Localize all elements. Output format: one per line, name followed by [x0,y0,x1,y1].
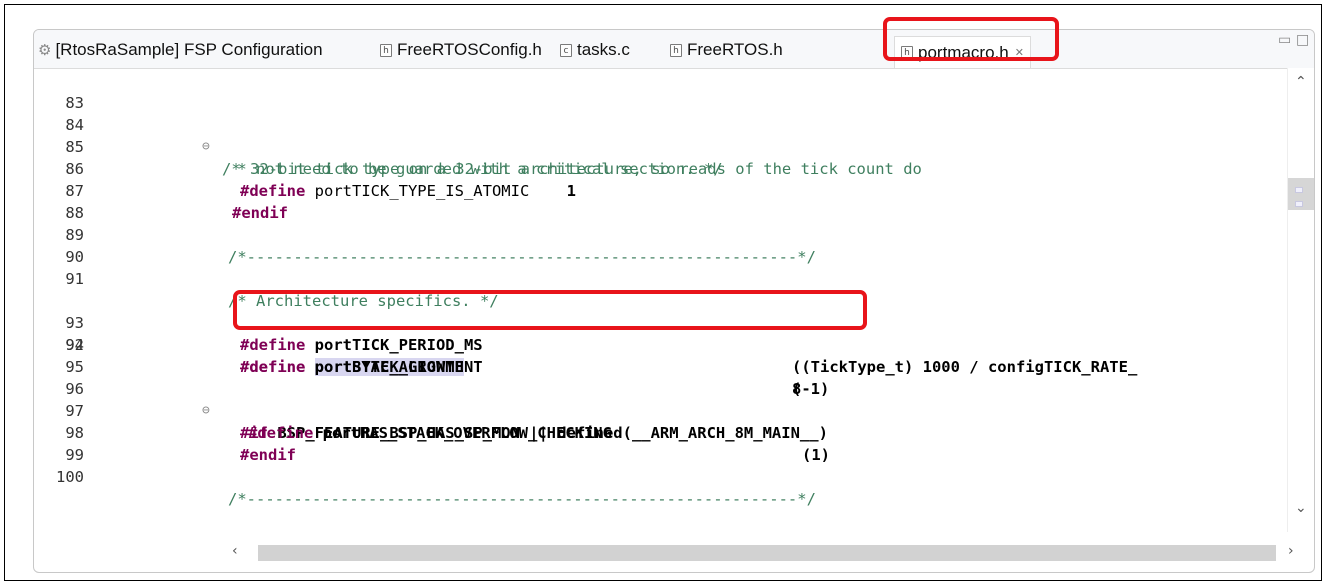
scroll-left-icon[interactable]: ‹ [232,543,238,559]
code-line: 86 #define portTICK_TYPE_IS_ATOMIC 1 [34,136,1288,200]
c-file-icon: c [560,43,572,57]
close-icon[interactable]: ✕ [1015,46,1024,59]
tab-tasks-c[interactable]: c tasks.c [560,36,630,64]
code-line: 87 #endif [34,158,1288,222]
tab-label: portmacro.h [918,42,1009,62]
code-line: 95 [34,334,1288,376]
code-line: 98 #endif [34,400,1288,464]
code-line: 94 #define portBYTE_ALIGNMENT 8 [34,312,1288,398]
tab-label: [RtosRaSample] FSP Configuration [55,40,323,59]
tab-portmacro-h[interactable]: h portmacro.h ✕ [894,36,1031,68]
line-number: 100 [56,468,84,486]
code-line: 84 ⊖ /* 32-bit tick type on a 32-bit arc… [34,92,1288,178]
editor-tab-bar: ⚙ [RtosRaSample] FSP Configuration h Fre… [34,30,1314,69]
code-line: 99 [34,422,1288,464]
h-file-icon: h [901,46,913,59]
code-text: /*--------------------------------------… [228,490,816,508]
h-file-icon: h [670,43,682,57]
code-line: 97 #define portHAS_STACK_OVERFLOW_CHECKI… [34,378,1288,464]
minimize-icon[interactable]: ▭ [1278,32,1291,48]
code-line: ⇨ 92 #define portSTACK_GROWTH (-1) [34,268,1288,398]
tab-fsp-configuration[interactable]: ⚙ [RtosRaSample] FSP Configuration [38,36,323,64]
code-line: 91 /* Architecture specifics. */ [34,246,1288,310]
code-line: 90 [34,224,1288,266]
code-area[interactable]: 83 84 ⊖ /* 32-bit tick type on a 32-bit … [34,68,1288,530]
scroll-right-icon[interactable]: › [1288,543,1294,559]
code-line: 85 * not need to be guarded with a criti… [34,114,1288,178]
horizontal-scroll-thumb[interactable] [258,545,1276,561]
scroll-up-icon[interactable]: ⌃ [1295,74,1307,90]
horizontal-scrollbar[interactable]: ‹ › [228,542,1314,564]
overview-marker[interactable] [1295,187,1303,193]
overview-marker[interactable] [1295,201,1303,207]
vertical-scrollbar[interactable]: ⌃ ⌄ [1287,68,1314,532]
h-file-icon: h [380,43,392,57]
code-line: 93 #define portTICK_PERIOD_MS ((TickType… [34,290,1288,376]
screenshot-frame: ⚙ [RtosRaSample] FSP Configuration h Fre… [4,4,1322,581]
code-line: 83 [34,70,1288,112]
maximize-icon[interactable]: □ [1296,32,1309,48]
code-line: 89 /*-----------------------------------… [34,202,1288,266]
code-line: 100 /*----------------------------------… [34,444,1288,508]
gear-icon: ⚙ [38,42,52,59]
tab-label: FreeRTOSConfig.h [397,40,542,59]
scroll-down-icon[interactable]: ⌄ [1295,500,1307,516]
code-line: 96 ⊖ #if BSP_FEATURE_BSP_HAS_SP_MON || d… [34,356,1288,442]
tab-freertosconfig-h[interactable]: h FreeRTOSConfig.h [380,36,542,64]
code-line: 88 [34,180,1288,222]
tab-label: FreeRTOS.h [687,40,783,59]
tab-freertos-h[interactable]: h FreeRTOS.h [670,36,783,64]
tab-label: tasks.c [577,40,630,59]
code-editor: ⚙ [RtosRaSample] FSP Configuration h Fre… [33,29,1315,573]
